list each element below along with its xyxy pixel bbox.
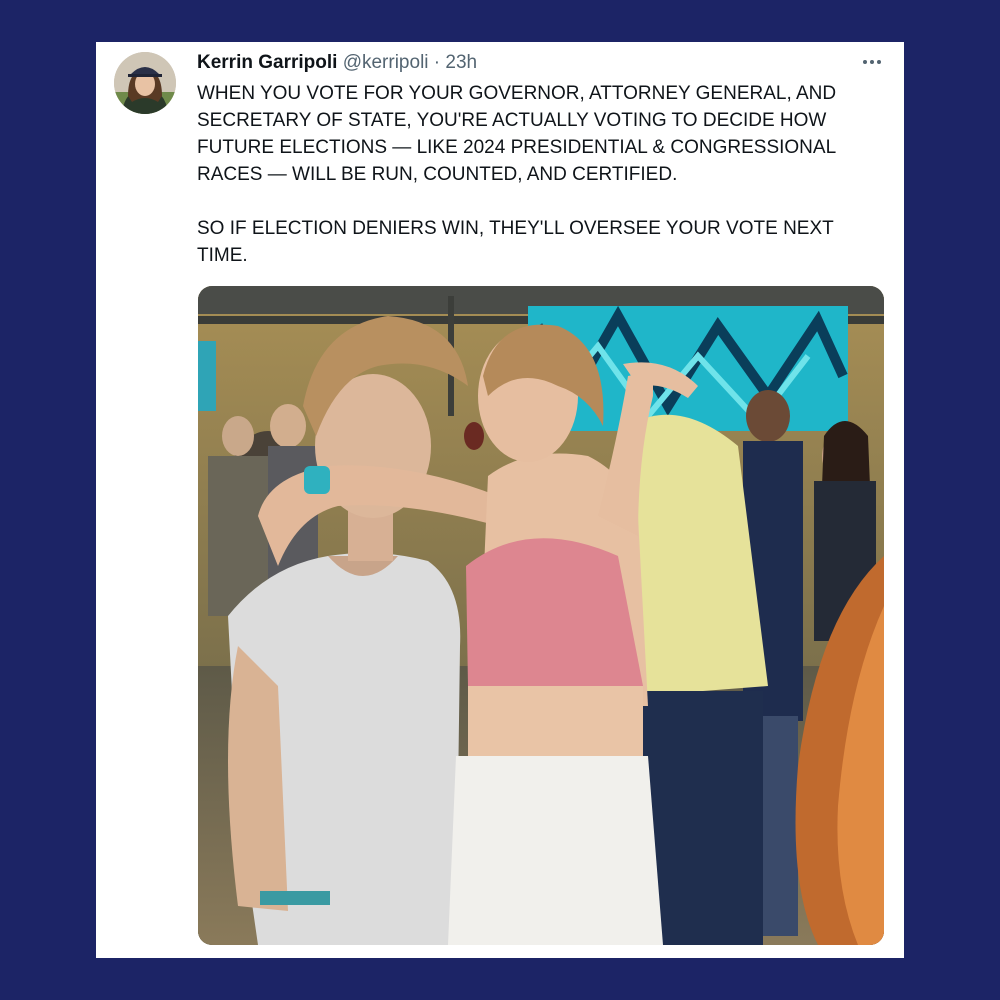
header-separator: · <box>433 52 441 73</box>
tweet-card: Kerrin Garripoli @kerripoli · 23h WHEN Y… <box>96 42 904 958</box>
tweet-timestamp[interactable]: 23h <box>445 52 477 73</box>
tweet-header: Kerrin Garripoli @kerripoli · 23h <box>197 51 477 75</box>
author-handle[interactable]: @kerripoli <box>343 52 429 73</box>
tweet-paragraph-2: SO IF ELECTION DENIERS WIN, THEY'LL OVER… <box>197 218 834 266</box>
more-options-button[interactable] <box>860 52 884 72</box>
author-name[interactable]: Kerrin Garripoli <box>197 52 337 73</box>
tweet-photo[interactable] <box>198 286 884 945</box>
more-horizontal-icon <box>863 60 867 64</box>
avatar[interactable] <box>114 52 176 114</box>
tweet-paragraph-1: WHEN YOU VOTE FOR YOUR GOVERNOR, ATTORNE… <box>197 83 837 185</box>
tweet-text: WHEN YOU VOTE FOR YOUR GOVERNOR, ATTORNE… <box>197 80 877 269</box>
photo-illustration <box>198 286 884 945</box>
